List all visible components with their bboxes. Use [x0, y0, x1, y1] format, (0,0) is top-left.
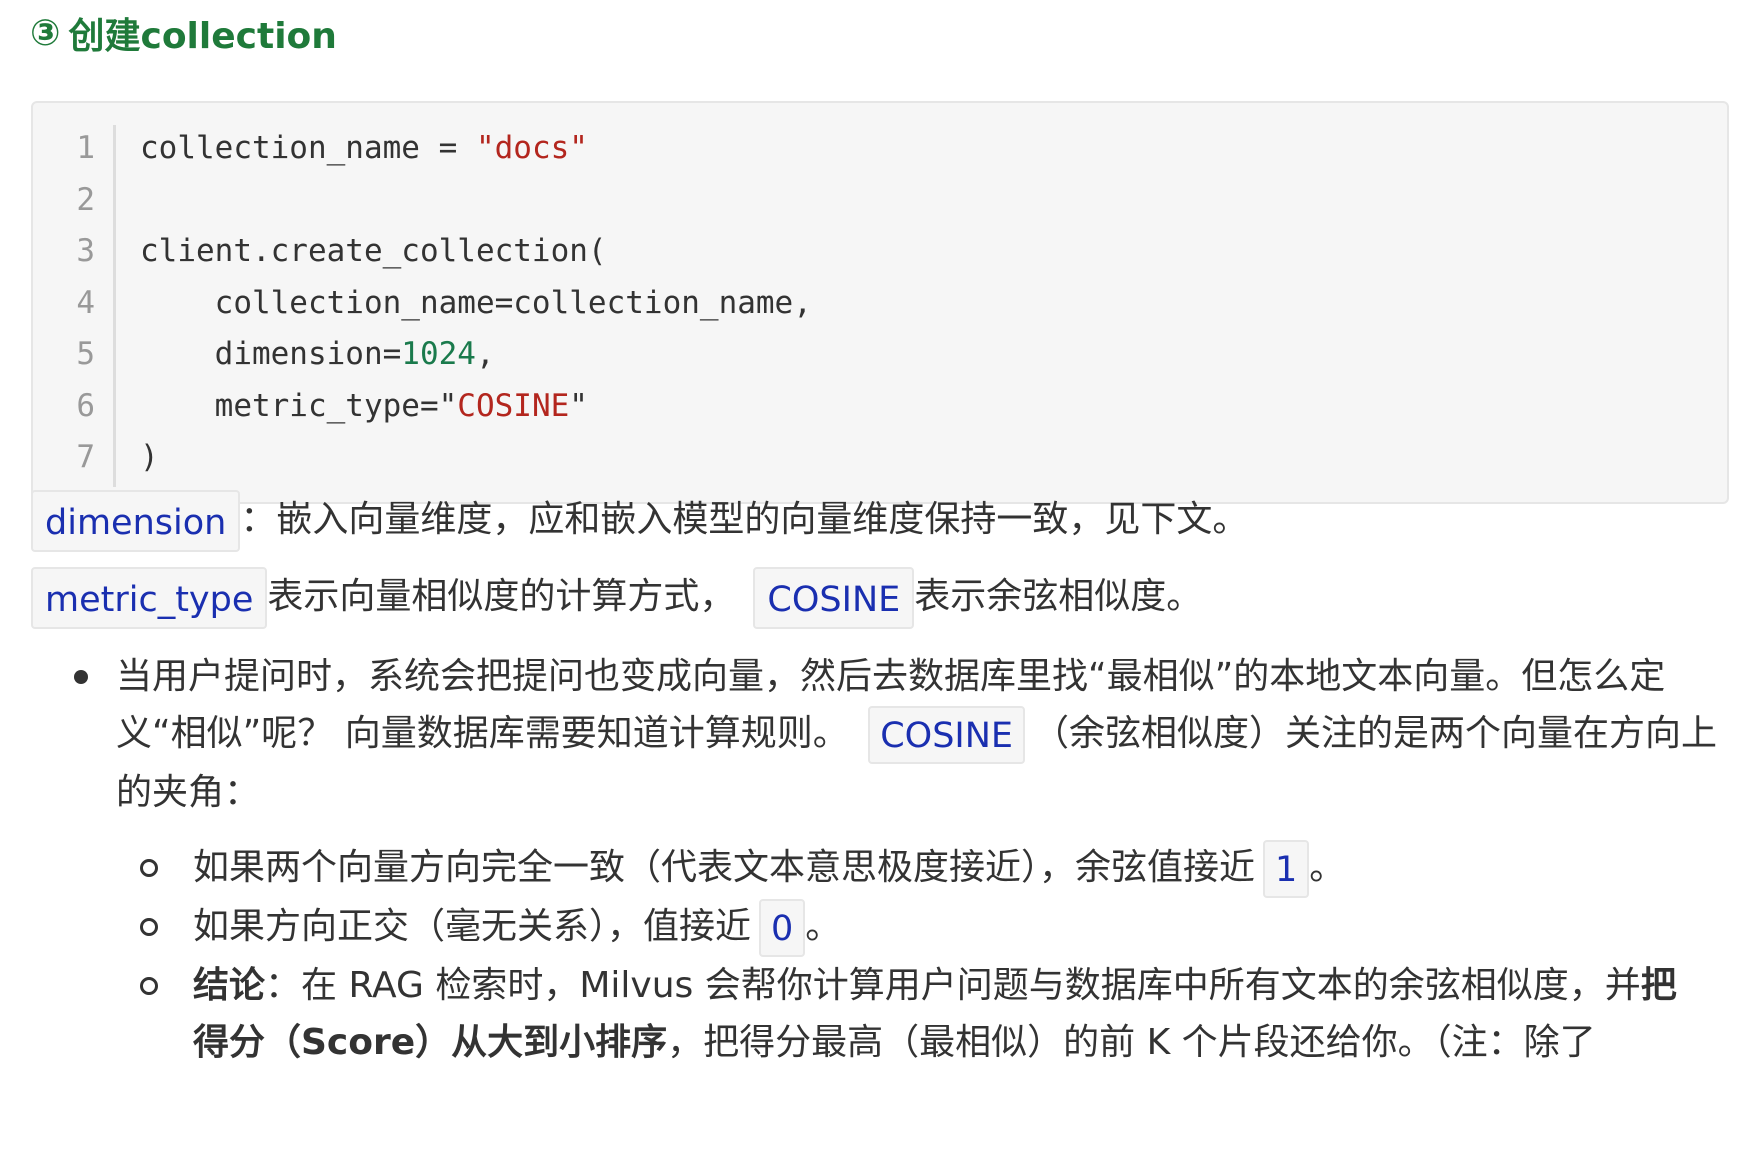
paragraph-text: 表示向量相似度的计算方式，	[267, 576, 736, 617]
line-number: 6	[76, 387, 95, 424]
sub-item-text: ，把得分最高（最相似）的前 K 个片段还给你。（注：除了	[667, 1022, 1596, 1063]
heading-title: 创建collection	[68, 16, 337, 57]
bullet-list: 当用户提问时，系统会把提问也变成向量，然后去数据库里找“最相似”的本地文本向量。…	[60, 648, 1730, 1071]
gutter-divider	[113, 125, 116, 487]
list-item-line: 义“相似”呢？ 向量数据库需要知道计算规则。 COSINE （余弦相似度）关注的是…	[116, 705, 1730, 764]
line-number: 3	[76, 233, 95, 269]
inline-code: COSINE	[868, 706, 1026, 764]
sub-list-item: 如果两个向量方向完全一致（代表文本意思极度接近），余弦值接近 1。	[140, 839, 1730, 898]
code-line-1: collection_name = "docs"	[140, 123, 812, 175]
bold-text: 得分（Score）从大到小排序	[193, 1022, 668, 1063]
line-number: 1	[76, 130, 95, 166]
list-item-text: （余弦相似度）关注的是两个向量在方向上	[1033, 713, 1718, 754]
sub-item-text: 如果两个向量方向完全一致（代表文本意思极度接近），余弦值接近	[193, 847, 1256, 888]
sub-item-text: 如果方向正交（毫无关系），值接近	[193, 906, 752, 947]
number-literal: 1024	[401, 336, 476, 372]
inline-code: metric_type	[31, 567, 268, 629]
sub-item-text: 。	[1309, 847, 1346, 888]
paragraph-text: 表示余弦相似度。	[914, 576, 1203, 617]
bullet-dot-icon	[74, 670, 88, 684]
line-number: 7	[76, 439, 95, 475]
circle-bullet-icon	[140, 977, 158, 995]
line-number-gutter: 1 2 3 4 5 6 7	[33, 123, 115, 484]
sub-item-text: ：在 RAG 检索时，Milvus 会帮你计算用户问题与数据库中所有文本的余弦相…	[265, 965, 1641, 1006]
list-item-text: 义“相似”呢？ 向量数据库需要知道计算规则。	[116, 713, 849, 754]
circle-bullet-icon	[140, 859, 158, 877]
code-line-6: metric_type="COSINE"	[140, 381, 812, 433]
code-text: ,	[475, 336, 495, 372]
list-item-line: 当用户提问时，系统会把提问也变成向量，然后去数据库里找“最相似”的本地文本向量。…	[116, 656, 1666, 697]
code-content: collection_name = "docs" client.create_c…	[140, 123, 812, 484]
sub-list-item: 如果方向正交（毫无关系），值接近 0。	[140, 898, 1730, 957]
line-number: 2	[76, 181, 95, 218]
code-block[interactable]: 1 2 3 4 5 6 7 collection_name = "docs" c…	[31, 101, 1729, 504]
code-line-7: )	[140, 439, 159, 475]
line-number: 5	[76, 336, 95, 372]
inline-code: dimension	[31, 490, 241, 552]
circle-bullet-icon	[140, 918, 158, 936]
inline-code: COSINE	[753, 567, 915, 629]
bold-text: 把	[1640, 965, 1677, 1006]
string-literal: COSINE	[457, 387, 570, 424]
section-heading: ③ 创建collection	[30, 8, 337, 58]
sub-item-line: 结论：在 RAG 检索时，Milvus 会帮你计算用户问题与数据库中所有文本的余…	[193, 957, 1730, 1014]
list-item-line: 的夹角：	[116, 772, 261, 813]
code-text: collection_name =	[140, 130, 476, 166]
sub-list: 如果两个向量方向完全一致（代表文本意思极度接近），余弦值接近 1。 如果方向正交（…	[116, 839, 1730, 1071]
paragraph-dimension: dimension ：嵌入向量维度，应和嵌入模型的向量维度保持一致，见下文。	[31, 490, 1248, 552]
code-text: "	[438, 387, 458, 424]
code-line-4: collection_name=collection_name,	[140, 284, 812, 321]
code-line-5: dimension=1024,	[140, 329, 812, 381]
sub-item-text: 。	[805, 906, 842, 947]
sub-item-line: 得分（Score）从大到小排序，把得分最高（最相似）的前 K 个片段还给你。（注…	[193, 1014, 1730, 1071]
inline-code: 0	[759, 899, 806, 957]
line-number: 4	[76, 284, 95, 321]
paragraph-metric-type: metric_type 表示向量相似度的计算方式， COSINE 表示余弦相似度。	[31, 567, 1202, 629]
paragraph-text: ：嵌入向量维度，应和嵌入模型的向量维度保持一致，见下文。	[240, 499, 1249, 540]
code-line-3: client.create_collection(	[140, 233, 607, 269]
code-text: dimension=	[140, 336, 402, 372]
inline-code: 1	[1263, 840, 1310, 898]
string-literal: "docs"	[475, 130, 588, 166]
code-text: metric_type=	[140, 387, 439, 424]
list-item: 当用户提问时，系统会把提问也变成向量，然后去数据库里找“最相似”的本地文本向量。…	[60, 648, 1730, 1071]
sub-list-item: 结论：在 RAG 检索时，Milvus 会帮你计算用户问题与数据库中所有文本的余…	[140, 957, 1730, 1071]
code-text: "	[569, 387, 588, 424]
heading-number: ③	[30, 12, 61, 54]
bold-text: 结论	[193, 965, 266, 1006]
